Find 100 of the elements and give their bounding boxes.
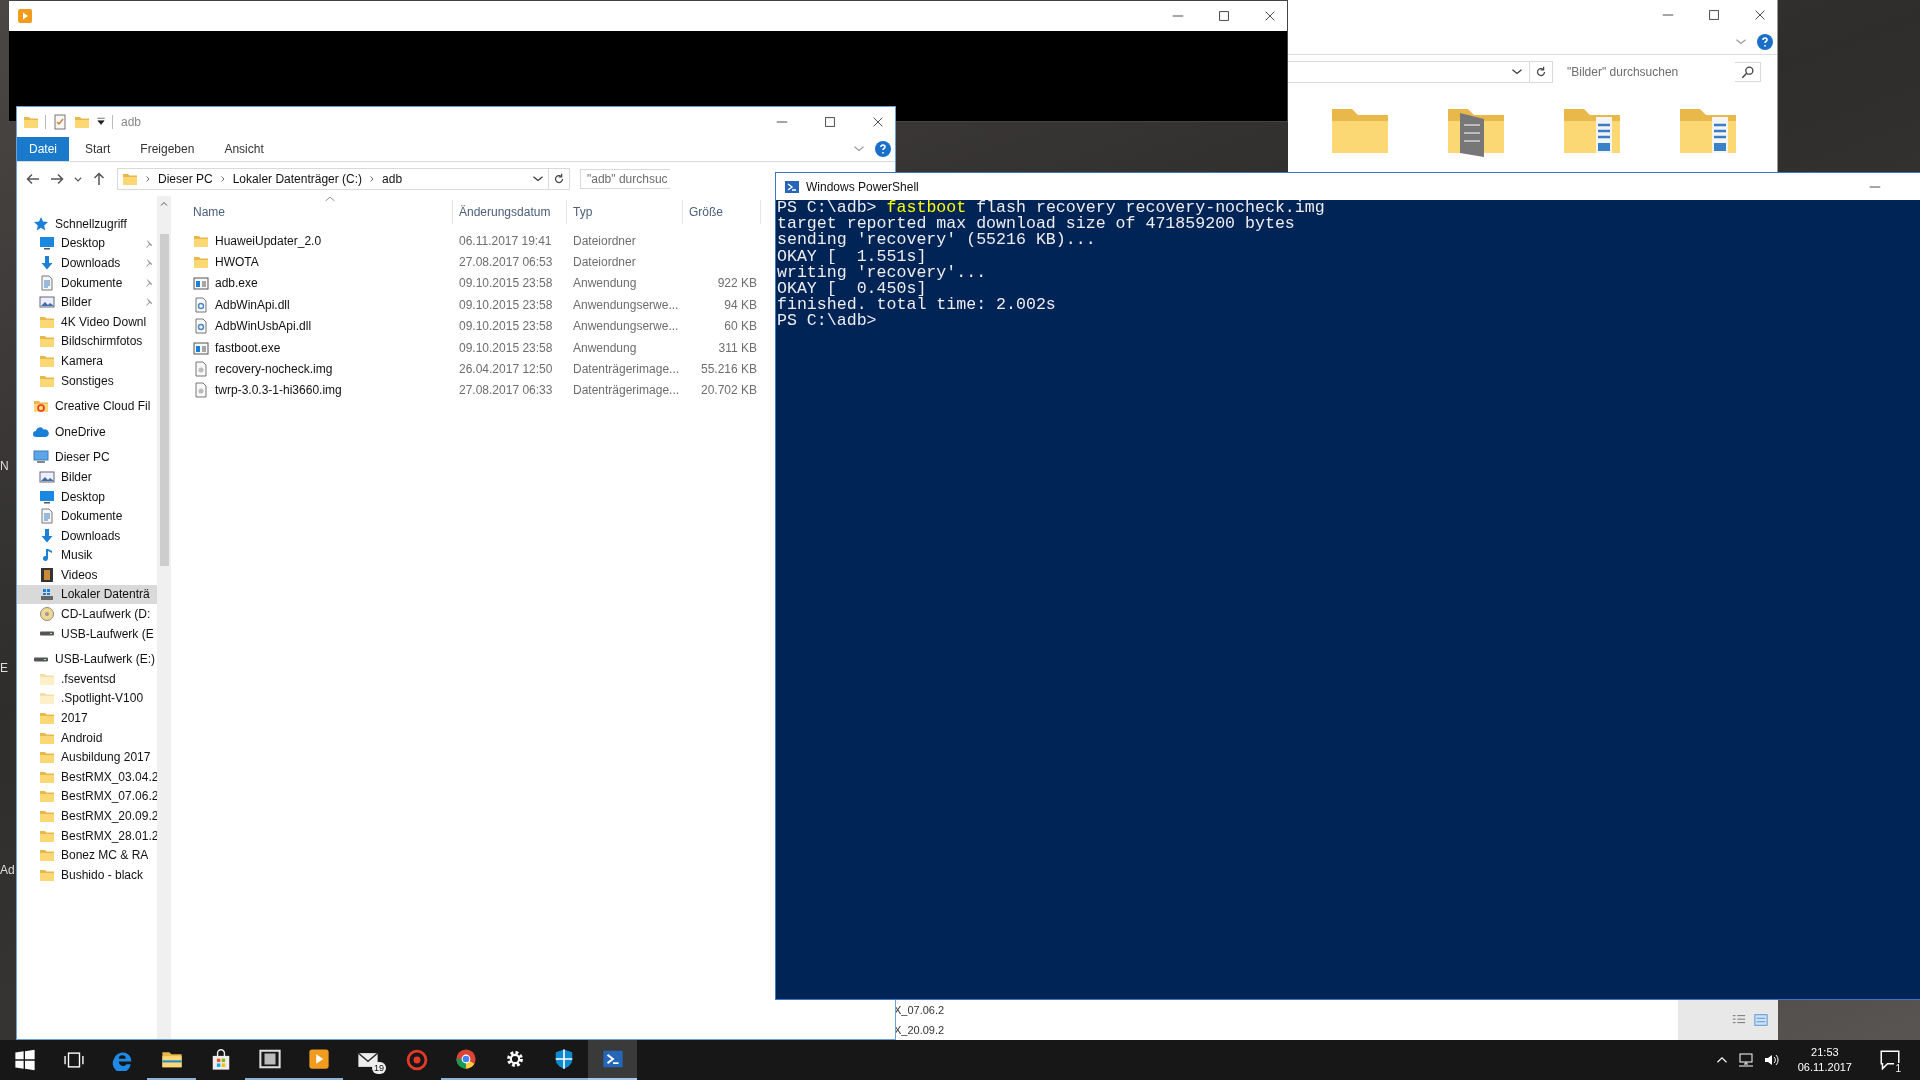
- nav-item[interactable]: Ausbildung 2017: [17, 747, 157, 768]
- file-name[interactable]: adb.exe: [215, 276, 258, 291]
- table-cell-text: 09.10.2015 23:58: [458, 276, 554, 291]
- properties-icon[interactable]: [52, 114, 68, 130]
- file-name[interactable]: AdbWinApi.dll: [215, 297, 290, 312]
- nav-item[interactable]: Android: [17, 727, 157, 748]
- volume-icon[interactable]: [1763, 1052, 1780, 1068]
- caret-icon[interactable]: [96, 117, 106, 127]
- nav-item[interactable]: Bilder: [17, 292, 157, 312]
- nav-item[interactable]: USB-Laufwerk (E:): [17, 649, 157, 670]
- scrollbar[interactable]: [157, 196, 171, 1039]
- nav-item[interactable]: Bilder: [17, 467, 157, 487]
- taskbar-button[interactable]: [588, 1040, 637, 1080]
- computer-icon: [33, 449, 49, 466]
- ribbon-tab[interactable]: Ansicht: [210, 137, 278, 161]
- notification-icon[interactable]: [1880, 1050, 1900, 1070]
- breadcrumb-link[interactable]: adb: [382, 172, 403, 186]
- nav-item[interactable]: Lokaler Datenträ: [17, 584, 157, 605]
- forward-arrow-icon[interactable]: [49, 171, 65, 187]
- taskbar-button[interactable]: 19: [343, 1040, 392, 1080]
- maximize-icon[interactable]: [823, 115, 837, 129]
- nav-item[interactable]: Bushido - black: [17, 865, 157, 885]
- up-arrow-icon[interactable]: [91, 171, 107, 187]
- nav-item[interactable]: Dokumente: [17, 506, 157, 526]
- nav-item[interactable]: .Spotlight-V100: [17, 688, 157, 709]
- search-button[interactable]: [1735, 62, 1761, 82]
- clock-time[interactable]: 21:53: [1797, 1045, 1852, 1060]
- window-title: adb: [121, 115, 142, 129]
- nav-item[interactable]: BestRMX_28.01.2: [17, 825, 157, 846]
- nav-item[interactable]: BestRMX_20.09.2: [17, 806, 157, 826]
- breadcrumb-link[interactable]: Dieser PC: [158, 172, 213, 186]
- ribbon-tab[interactable]: Start: [71, 137, 125, 161]
- file-name[interactable]: twrp-3.0.3-1-hi3660.img: [215, 383, 342, 398]
- nav-item[interactable]: Downloads: [17, 253, 157, 273]
- nav-item[interactable]: Musik: [17, 545, 157, 566]
- ribbon-tab[interactable]: Freigeben: [126, 137, 209, 161]
- search-field[interactable]: "adb" durchsuc: [580, 169, 670, 189]
- address-field[interactable]: [1288, 61, 1530, 83]
- table-cell-text: 09.10.2015 23:58: [458, 297, 554, 312]
- nav-item[interactable]: X_20.09.2: [894, 1020, 968, 1040]
- breadcrumb-link[interactable]: Lokaler Datenträger (C:): [232, 172, 363, 186]
- nav-item[interactable]: Bonez MC & RA: [17, 845, 157, 865]
- table-cell-text: Datenträgerimage...: [572, 362, 681, 377]
- file-name[interactable]: fastboot.exe: [215, 340, 281, 355]
- count-badge: 19: [372, 1062, 386, 1074]
- ribbon-tab[interactable]: Datei: [17, 137, 69, 161]
- disc-file-icon: [193, 382, 209, 399]
- column-header[interactable]: Typ: [567, 200, 683, 224]
- drive-icon: [39, 631, 55, 637]
- nav-item[interactable]: Videos: [17, 565, 157, 585]
- picture-icon: [39, 468, 55, 485]
- nav-item[interactable]: Creative Cloud Fil: [17, 396, 157, 416]
- folder-icon: [193, 254, 209, 271]
- desktop-icon-label[interactable]: E: [0, 660, 16, 676]
- caret-down-icon[interactable]: [73, 174, 83, 184]
- refresh-button[interactable]: [548, 168, 570, 190]
- down-arrow-icon: [39, 527, 55, 544]
- file-name[interactable]: HWOTA: [215, 255, 259, 270]
- search-field[interactable]: "Bilder" durchsuchen: [1565, 62, 1735, 82]
- maximize-icon[interactable]: [1707, 8, 1721, 22]
- file-name[interactable]: AdbWinUsbApi.dll: [215, 319, 312, 334]
- nav-item[interactable]: Sonstiges: [17, 370, 157, 391]
- column-header[interactable]: Änderungsdatum: [453, 200, 567, 224]
- desktop-icon-label[interactable]: Ad: [0, 862, 16, 878]
- file-name[interactable]: HuaweiUpdater_2.0: [215, 233, 322, 248]
- maximize-icon[interactable]: [1217, 9, 1231, 23]
- nav-item[interactable]: USB-Laufwerk (E: [17, 623, 157, 644]
- address-field[interactable]: Dieser PC Lokaler Datenträger (C:) adb: [117, 168, 549, 190]
- tiles-view-icon[interactable]: [1754, 1013, 1768, 1027]
- table-cell-text: Anwendungserwe...: [572, 319, 680, 334]
- nav-item[interactable]: Desktop: [17, 486, 157, 507]
- nav-item[interactable]: Desktop: [17, 233, 157, 254]
- nav-item[interactable]: Dieser PC: [17, 447, 157, 468]
- desktop-icon-label[interactable]: N: [0, 458, 16, 474]
- column-header[interactable]: Größe: [683, 200, 761, 224]
- nav-item[interactable]: X_07.06.2: [894, 1000, 968, 1020]
- nav-item[interactable]: Schnellzugriff: [17, 214, 157, 234]
- nav-item[interactable]: Downloads: [17, 525, 157, 546]
- nav-item[interactable]: Kamera: [17, 351, 157, 371]
- close-icon[interactable]: [871, 115, 885, 129]
- refresh-button[interactable]: [1530, 61, 1553, 83]
- scroll-thumb[interactable]: [159, 234, 169, 566]
- nav-item[interactable]: CD-Laufwerk (D:: [17, 604, 157, 624]
- nav-item[interactable]: Bildschirmfotos: [17, 331, 157, 352]
- nav-item[interactable]: 4K Video Downl: [17, 311, 157, 332]
- table-cell-text: Datenträgerimage...: [572, 383, 681, 398]
- film-icon: [258, 1048, 281, 1070]
- column-header[interactable]: Name: [187, 200, 453, 224]
- clock-date[interactable]: 06.11.2017: [1797, 1060, 1852, 1075]
- close-icon[interactable]: [1753, 8, 1767, 22]
- network-icon[interactable]: [1737, 1052, 1754, 1068]
- nav-item[interactable]: Dokumente: [17, 272, 157, 293]
- back-arrow-icon[interactable]: [25, 171, 41, 187]
- nav-item[interactable]: OneDrive: [17, 421, 157, 442]
- nav-item[interactable]: .fseventsd: [17, 669, 157, 689]
- nav-item[interactable]: BestRMX_07.06.2: [17, 786, 157, 807]
- nav-item[interactable]: 2017: [17, 708, 157, 728]
- close-icon[interactable]: [1263, 9, 1277, 23]
- file-name[interactable]: recovery-nocheck.img: [215, 362, 333, 377]
- nav-item[interactable]: BestRMX_03.04.2: [17, 767, 157, 787]
